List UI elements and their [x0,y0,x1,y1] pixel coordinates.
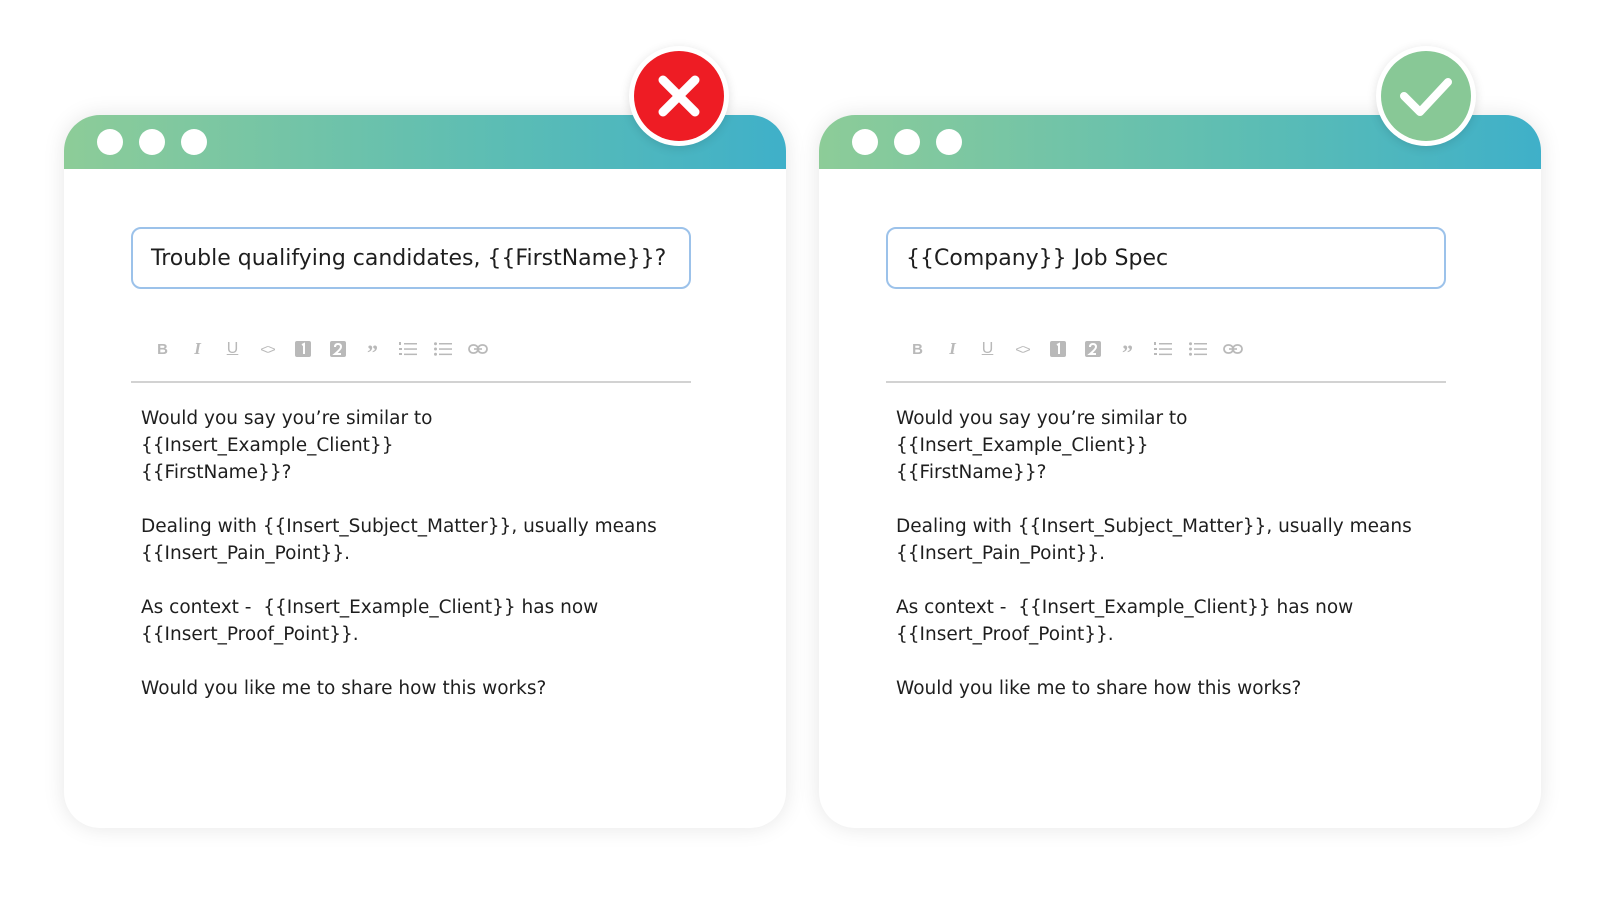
bold-icon[interactable]: B [150,337,175,361]
window-dot-icon [936,129,962,155]
window-dot-icon [894,129,920,155]
subject-text: Trouble qualifying candidates, {{FirstNa… [151,245,667,271]
code-icon[interactable]: <> [255,337,280,361]
window-dot-icon [139,129,165,155]
body-paragraph: As context - {{Insert_Example_Client}} h… [896,597,1354,645]
toolbar-divider [131,381,691,383]
x-mark-icon [629,46,729,146]
heading-1-icon[interactable] [290,337,315,361]
body-paragraph: Would you say you’re similar to {{Insert… [896,408,1188,483]
body-paragraph: Dealing with {{Insert_Subject_Matter}}, … [141,516,657,564]
quote-icon[interactable]: ” [1115,337,1140,365]
email-card-good: {{Company}} Job Spec B I U <> ” Would yo… [819,115,1541,828]
ordered-list-icon[interactable] [1150,337,1175,361]
italic-icon[interactable]: I [940,337,965,361]
link-icon[interactable] [1220,337,1245,361]
heading-2-icon[interactable] [1080,337,1105,361]
window-dot-icon [852,129,878,155]
underline-icon[interactable]: U [975,337,1000,361]
heading-2-icon[interactable] [325,337,350,361]
editor-toolbar: B I U <> ” [905,337,1245,365]
subject-input[interactable]: {{Company}} Job Spec [886,227,1446,289]
bold-icon[interactable]: B [905,337,930,361]
window-dot-icon [181,129,207,155]
email-body[interactable]: Would you say you’re similar to {{Insert… [141,405,681,729]
subject-text: {{Company}} Job Spec [906,245,1169,271]
email-body[interactable]: Would you say you’re similar to {{Insert… [896,405,1436,729]
underline-icon[interactable]: U [220,337,245,361]
body-paragraph: Would you like me to share how this work… [141,678,547,699]
bullet-list-icon[interactable] [430,337,455,361]
editor-toolbar: B I U <> ” [150,337,490,365]
email-card-bad: Trouble qualifying candidates, {{FirstNa… [64,115,786,828]
link-icon[interactable] [465,337,490,361]
toolbar-divider [886,381,1446,383]
bullet-list-icon[interactable] [1185,337,1210,361]
subject-input[interactable]: Trouble qualifying candidates, {{FirstNa… [131,227,691,289]
body-paragraph: Would you like me to share how this work… [896,678,1302,699]
heading-1-icon[interactable] [1045,337,1070,361]
body-paragraph: As context - {{Insert_Example_Client}} h… [141,597,599,645]
checkmark-icon [1376,46,1476,146]
body-paragraph: Dealing with {{Insert_Subject_Matter}}, … [896,516,1412,564]
italic-icon[interactable]: I [185,337,210,361]
window-dot-icon [97,129,123,155]
quote-icon[interactable]: ” [360,337,385,365]
ordered-list-icon[interactable] [395,337,420,361]
code-icon[interactable]: <> [1010,337,1035,361]
body-paragraph: Would you say you’re similar to {{Insert… [141,408,433,483]
